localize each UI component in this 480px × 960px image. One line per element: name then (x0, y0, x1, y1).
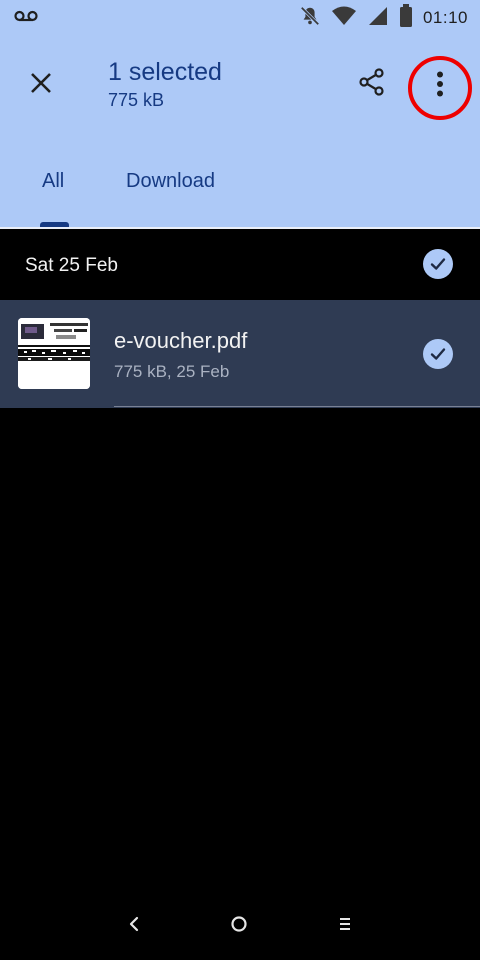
date-group-label: Sat 25 Feb (25, 255, 118, 276)
file-check-icon[interactable] (423, 339, 453, 369)
filter-tabs: All Download (0, 150, 480, 227)
share-button[interactable] (354, 66, 390, 102)
share-icon (357, 67, 387, 102)
files-screen: 01:10 1 selected 775 kB All Download Sat… (0, 0, 480, 960)
selection-size-subtitle: 775 kB (108, 90, 165, 110)
wifi-icon (331, 5, 357, 32)
recents-icon (337, 916, 353, 937)
signal-icon (367, 5, 389, 32)
close-button[interactable] (24, 68, 58, 102)
back-icon (128, 916, 140, 937)
back-button[interactable] (114, 906, 154, 946)
tab-download[interactable]: Download (126, 170, 215, 193)
system-nav-bar (0, 890, 480, 960)
notifications-off-icon (299, 5, 321, 32)
home-icon (230, 915, 248, 938)
voicemail-icon (14, 10, 38, 29)
status-bar: 01:10 (0, 0, 480, 36)
tab-all[interactable]: All (42, 170, 64, 193)
pdf-thumbnail (18, 318, 90, 389)
date-group-header[interactable]: Sat 25 Feb (0, 229, 480, 299)
selection-count-title: 1 selected (108, 58, 222, 86)
list-divider (114, 406, 480, 407)
more-vert-icon (436, 71, 444, 102)
recents-button[interactable] (325, 906, 365, 946)
file-meta: 775 kB, 25 Feb (114, 362, 230, 381)
clock: 01:10 (422, 8, 468, 27)
header-area: 01:10 1 selected 775 kB All Download (0, 0, 480, 227)
close-icon (29, 71, 53, 100)
file-list-item[interactable]: e-voucher.pdf 775 kB, 25 Feb (0, 300, 480, 408)
battery-icon (399, 3, 413, 33)
group-check-icon[interactable] (423, 249, 453, 279)
more-options-button[interactable] (410, 56, 470, 116)
home-button[interactable] (219, 906, 259, 946)
status-icons: 01:10 (299, 3, 468, 33)
app-bar: 1 selected 775 kB (0, 50, 480, 120)
file-name: e-voucher.pdf (114, 328, 248, 353)
